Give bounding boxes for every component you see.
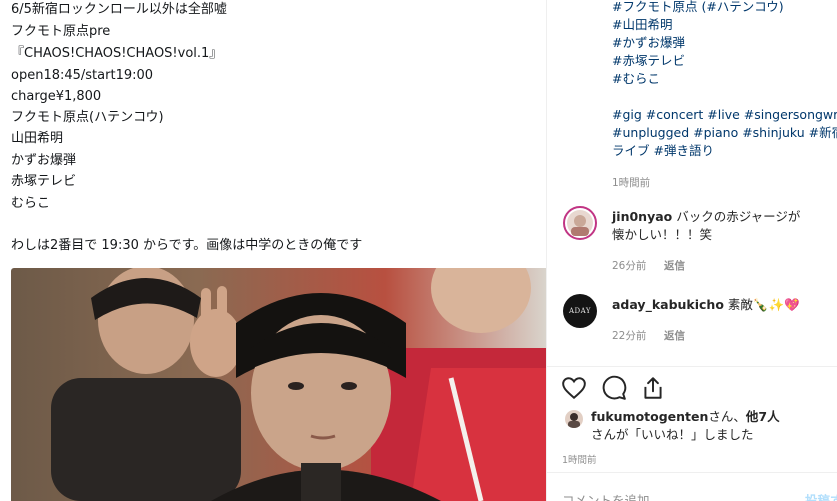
comment-text: 懐かしい！！！笑	[612, 227, 713, 242]
tweet-panel: 6/5新宿ロックンロール以外は全部嘘 フクモト原点pre 『CHAOS!CHAO…	[0, 0, 546, 501]
caption-tag-line[interactable]: #gig #concert #live #singersongwriter	[612, 106, 837, 124]
avatar[interactable]	[563, 206, 597, 240]
likes-others-link[interactable]: 他7人	[746, 409, 780, 424]
speech-bubble-icon	[602, 375, 627, 400]
caption-tag-line[interactable]: #unplugged #piano #shinjuku #新宿	[612, 124, 837, 142]
like-button[interactable]	[561, 375, 587, 401]
post-timestamp[interactable]: 1時間前	[562, 452, 597, 466]
caption-hashtag-link[interactable]: #むらこ	[612, 70, 660, 88]
instagram-side-panel: #フクモト原点 (#ハテンコウ) #山田希明 #かずお爆弾 #赤塚テレビ #むら…	[547, 0, 837, 501]
avatar[interactable]	[565, 410, 583, 428]
caption-timestamp[interactable]: 1時間前	[612, 175, 650, 190]
heart-icon	[562, 377, 586, 400]
comment-username[interactable]: aday_kabukicho	[612, 297, 724, 312]
comment-body: aday_kabukicho 素敵🍾✨💖	[612, 296, 800, 314]
reply-button[interactable]: 返信	[664, 258, 685, 273]
caption-tag-line[interactable]: ライブ #弾き語り	[612, 142, 714, 160]
tweet-line: charge¥1,800	[11, 89, 102, 104]
comment-text: バックの赤ジャージが	[676, 209, 801, 224]
comment-button[interactable]	[601, 375, 627, 401]
tweet-line: むらこ	[11, 196, 51, 211]
section-divider	[547, 472, 837, 473]
section-divider	[547, 366, 837, 367]
tweet-line: 山田希明	[11, 131, 64, 146]
post-comment-button[interactable]: 投稿する	[805, 490, 837, 501]
likes-username[interactable]: fukumotogenten	[591, 409, 708, 424]
likes-suffix: さん、	[708, 409, 746, 424]
tweet-line: かずお爆弾	[11, 153, 77, 168]
caption-hashtag-link[interactable]: #赤塚テレビ	[612, 52, 685, 70]
comment-text: 素敵🍾✨💖	[727, 297, 800, 312]
comment-timestamp[interactable]: 26分前	[612, 258, 646, 273]
reply-button[interactable]: 返信	[664, 328, 685, 343]
avatar-image	[567, 210, 593, 236]
caption-hashtag-link[interactable]: #かずお爆弾	[612, 34, 685, 52]
tweet-line: open18:45/start19:00	[11, 68, 154, 83]
comment-input[interactable]: コメントを追加...	[562, 490, 661, 501]
avatar-logo-text: ADAY	[568, 307, 592, 315]
caption-hashtag-link[interactable]: #山田希明	[612, 16, 672, 34]
tweet-line: 『CHAOS!CHAOS!CHAOS!vol.1』	[11, 46, 223, 61]
avatar[interactable]: ADAY	[563, 294, 597, 328]
tweet-line: フクモト原点(ハテンコウ)	[11, 110, 164, 125]
share-icon	[644, 377, 662, 399]
likes-line2: さんが「いいね！」しました	[591, 427, 754, 442]
tweet-line: フクモト原点pre	[11, 24, 111, 39]
school-photo-illustration	[11, 268, 546, 501]
tweet-photo[interactable]	[11, 268, 546, 501]
comment-username[interactable]: jin0nyao	[612, 209, 672, 224]
tweet-line: 赤塚テレビ	[11, 174, 77, 189]
avatar-image	[568, 413, 580, 428]
caption-hashtag-link[interactable]: #フクモト原点 (#ハテンコウ)	[612, 0, 784, 16]
tweet-note: わしは2番目で 19:30 からです。画像は中学のときの俺です	[11, 238, 363, 253]
comment-body: jin0nyao バックの赤ジャージが 懐かしい！！！笑	[612, 208, 800, 244]
likes-summary: fukumotogentenさん、他7人 さんが「いいね！」しました	[591, 408, 780, 444]
share-button[interactable]	[640, 375, 666, 401]
comment-timestamp[interactable]: 22分前	[612, 328, 646, 343]
tweet-line: 6/5新宿ロックンロール以外は全部嘘	[11, 2, 227, 17]
